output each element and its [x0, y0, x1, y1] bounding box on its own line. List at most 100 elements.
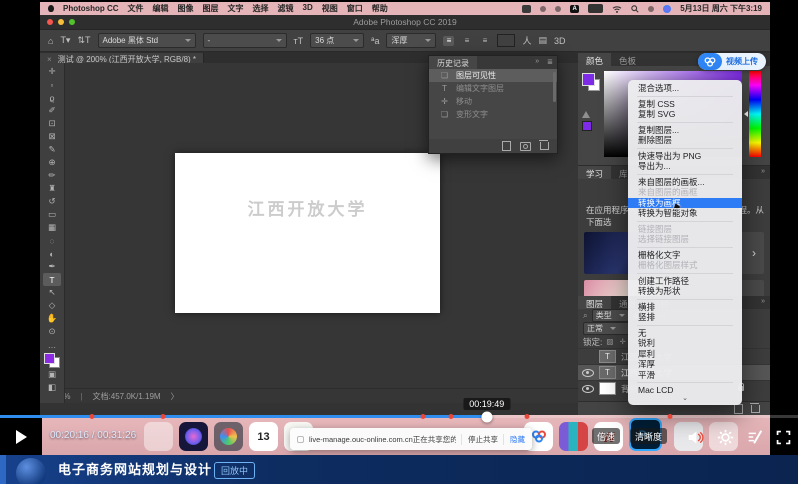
blur-tool[interactable]: ◌: [43, 234, 61, 247]
collapse-panel-icon[interactable]: »: [756, 166, 770, 179]
font-family-select[interactable]: Adobe 黑体 Std: [98, 33, 196, 48]
font-size-select[interactable]: 36 点: [310, 33, 364, 48]
new-snapshot-icon[interactable]: [520, 142, 531, 151]
menubar-menu-图像[interactable]: 图像: [178, 3, 194, 14]
menu-item[interactable]: Mac LCD: [628, 385, 742, 396]
menu-item[interactable]: 转换为形状: [628, 286, 742, 297]
crop-tool[interactable]: ⊡: [43, 117, 61, 130]
text-orientation-icon[interactable]: ⇅T: [77, 35, 90, 46]
align-center-button[interactable]: ≡: [461, 36, 472, 46]
play-button[interactable]: [0, 418, 42, 455]
history-brush-tool[interactable]: ↺: [43, 195, 61, 208]
menu-item[interactable]: 复制 SVG: [628, 109, 742, 120]
control-center-icon[interactable]: [648, 6, 654, 12]
history-item[interactable]: ✛移动: [429, 95, 557, 108]
shape-tool[interactable]: ◇: [43, 299, 61, 312]
type-tool-icon[interactable]: T▾: [60, 35, 70, 46]
menu-item[interactable]: 复制图层...: [628, 125, 742, 136]
menubar-menu-帮助[interactable]: 帮助: [372, 3, 388, 14]
marquee-tool[interactable]: ▫: [43, 78, 61, 91]
canvas-text[interactable]: 江西开放大学: [175, 195, 440, 220]
foreground-background-colors[interactable]: [44, 353, 60, 368]
text-color-swatch[interactable]: [497, 34, 515, 47]
history-scrollbar[interactable]: [553, 72, 556, 102]
zoom-window-button[interactable]: [69, 19, 75, 25]
upload-button[interactable]: 视频上传: [698, 53, 766, 70]
threed-button[interactable]: 3D: [554, 36, 566, 46]
foreground-background-swatches[interactable]: [582, 73, 600, 91]
home-icon[interactable]: ⌂: [48, 36, 53, 46]
menubar-app-name[interactable]: Photoshop CC: [63, 4, 119, 13]
tab-图层[interactable]: 图层: [578, 296, 611, 309]
menubar-menu-窗口[interactable]: 窗口: [347, 3, 363, 14]
menu-item[interactable]: 创建工作路径: [628, 276, 742, 287]
collapse-panel-icon[interactable]: »: [756, 296, 770, 309]
menubar-menu-视图[interactable]: 视图: [322, 3, 338, 14]
dodge-tool[interactable]: ◐: [43, 247, 61, 260]
menu-item[interactable]: 栅格化文字: [628, 250, 742, 261]
camera-tray-icon[interactable]: [555, 6, 561, 12]
lasso-tool[interactable]: ϱ: [43, 91, 61, 104]
pen-tool[interactable]: ✒: [43, 260, 61, 273]
wifi-icon[interactable]: [612, 5, 622, 13]
menubar-menu-文字[interactable]: 文字: [228, 3, 244, 14]
minimize-window-button[interactable]: [58, 19, 64, 25]
quick-mask-icon[interactable]: ▣: [43, 368, 61, 381]
volume-button[interactable]: [684, 426, 706, 448]
fullscreen-button[interactable]: [772, 426, 794, 448]
menubar-clock[interactable]: 5月13日 周六 下午3:19: [680, 3, 762, 14]
menu-item[interactable]: 导出为...: [628, 161, 742, 172]
zoom-tool[interactable]: ⊙: [43, 325, 61, 338]
history-item[interactable]: ❏图层可见性: [429, 69, 557, 82]
quick-select-tool[interactable]: ✐: [43, 104, 61, 117]
align-left-button[interactable]: ≡: [443, 36, 454, 46]
eraser-tool[interactable]: ▭: [43, 208, 61, 221]
menubar-menu-滤镜[interactable]: 滤镜: [278, 3, 294, 14]
delete-state-icon[interactable]: [540, 142, 549, 150]
gradient-tool[interactable]: ▦: [43, 221, 61, 234]
history-title[interactable]: 历史记录: [429, 56, 477, 69]
settings-button[interactable]: [714, 426, 736, 448]
battery-icon[interactable]: [588, 4, 603, 13]
layer-visibility-icon[interactable]: [582, 385, 594, 393]
menu-item[interactable]: 转换为画框: [628, 198, 742, 209]
menu-scroll-down-icon[interactable]: ⌄: [628, 396, 742, 404]
hand-tool[interactable]: ✋: [43, 312, 61, 325]
menu-item[interactable]: 横排: [628, 302, 742, 313]
wps-tray-icon[interactable]: [522, 5, 531, 13]
move-tool[interactable]: ✛: [43, 65, 61, 78]
panel-menu-icon[interactable]: ≣: [543, 56, 557, 69]
brush-tool[interactable]: ✏: [43, 169, 61, 182]
healing-brush-tool[interactable]: ⊕: [43, 156, 61, 169]
document-canvas[interactable]: 江西开放大学: [175, 153, 440, 313]
siri-icon[interactable]: [663, 5, 671, 13]
foreground-color-swatch[interactable]: [44, 353, 55, 364]
eyedropper-tool[interactable]: ✎: [43, 143, 61, 156]
tab-颜色[interactable]: 颜色: [578, 53, 611, 66]
search-icon[interactable]: [631, 5, 639, 13]
frame-tool[interactable]: ⊠: [43, 130, 61, 143]
toggle-panels-icon[interactable]: ▤: [538, 35, 547, 46]
delete-layer-icon[interactable]: [751, 405, 760, 413]
menu-item[interactable]: 竖排: [628, 312, 742, 323]
menu-item[interactable]: 复制 CSS: [628, 99, 742, 110]
type-tool[interactable]: T: [43, 273, 61, 286]
tab-色板[interactable]: 色板: [611, 53, 644, 66]
danmaku-toggle-button[interactable]: [744, 426, 766, 448]
hue-slider[interactable]: [749, 71, 761, 157]
apple-icon[interactable]: [48, 5, 54, 12]
menu-item[interactable]: 来自图层的画板...: [628, 177, 742, 188]
input-source-icon[interactable]: A: [570, 5, 579, 13]
filter-type-select[interactable]: 类型: [592, 309, 629, 322]
menubar-menu-编辑[interactable]: 编辑: [153, 3, 169, 14]
align-right-button[interactable]: ≡: [479, 36, 490, 46]
menubar-menu-文件[interactable]: 文件: [128, 3, 144, 14]
anti-alias-select[interactable]: 浑厚: [386, 33, 436, 48]
font-style-select[interactable]: -: [203, 33, 287, 48]
more-tools[interactable]: …: [43, 338, 61, 351]
close-window-button[interactable]: [47, 19, 53, 25]
menubar-menu-选择[interactable]: 选择: [253, 3, 269, 14]
menubar-menu-图层[interactable]: 图层: [203, 3, 219, 14]
menu-item[interactable]: 浑厚: [628, 359, 742, 370]
tab-学习[interactable]: 学习: [578, 166, 611, 179]
